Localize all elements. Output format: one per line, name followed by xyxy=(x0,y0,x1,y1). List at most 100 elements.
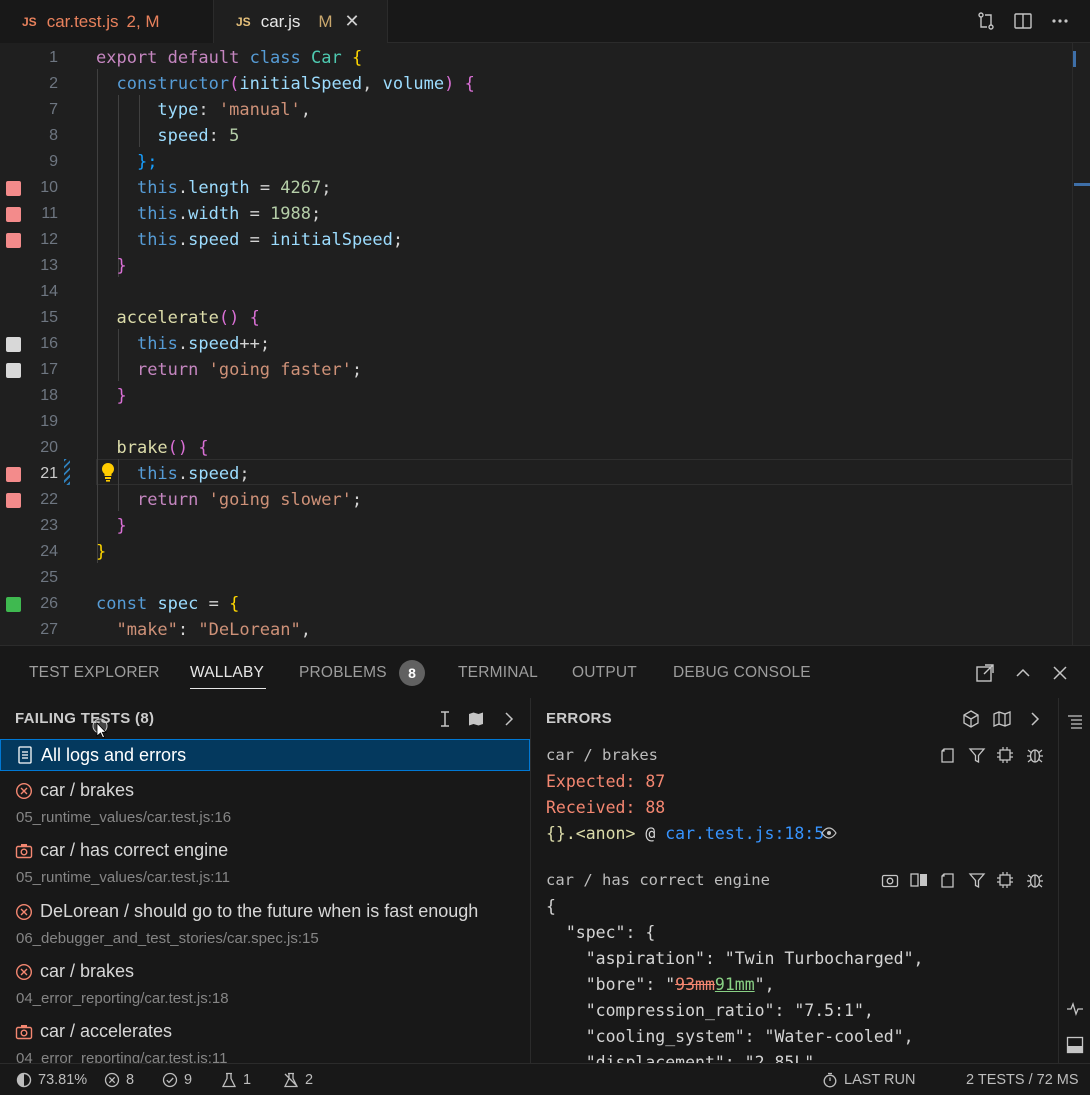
code-line: 12 this.speed = initialSpeed; xyxy=(0,227,1072,253)
coverage-marker xyxy=(6,597,21,612)
code-token: ; xyxy=(351,360,363,380)
skipped-count-status[interactable]: 2 xyxy=(283,1072,313,1088)
debug-icon[interactable] xyxy=(1024,744,1046,766)
coverage-marker xyxy=(6,363,21,378)
panel-side-toolbar xyxy=(1058,698,1090,1064)
failing-test-item[interactable]: car / brakes 05_runtime_values/car.test.… xyxy=(0,780,530,840)
code-token: () xyxy=(218,308,240,328)
list-icon[interactable] xyxy=(1064,710,1086,732)
editor-tab-bar: JS car.test.js 2, M JS car.js M ✕ xyxy=(0,0,1090,43)
lightbulb-icon[interactable] xyxy=(99,461,117,483)
code-token: speed xyxy=(188,464,240,484)
code-token: class xyxy=(249,48,301,68)
tab-problems[interactable]: PROBLEMS xyxy=(299,664,387,682)
code-line: 24 } xyxy=(0,539,1072,565)
code-token: . xyxy=(177,178,189,198)
todo-count-status[interactable]: 1 xyxy=(221,1072,251,1088)
stack-location-link[interactable]: car.test.js:18:5 xyxy=(665,824,824,843)
code-token: { xyxy=(464,74,475,94)
diff-icon[interactable] xyxy=(908,869,930,891)
more-actions-icon[interactable] xyxy=(1049,10,1071,32)
section-title: ERRORS xyxy=(546,710,612,727)
code-line: 16 this.speed++; xyxy=(0,331,1072,357)
tab-debug-console[interactable]: DEBUG CONSOLE xyxy=(673,664,811,682)
code-token: this xyxy=(136,334,178,354)
all-logs-and-errors-item[interactable]: All logs and errors xyxy=(0,739,530,771)
code-token: = xyxy=(249,178,281,198)
code-token: 1988 xyxy=(270,204,312,224)
coverage-status[interactable]: 73.81% xyxy=(16,1072,87,1088)
filter-icon[interactable] xyxy=(966,744,988,766)
code-token: ++; xyxy=(239,334,271,354)
code-line: 18 } xyxy=(0,383,1072,409)
tab-wallaby[interactable]: WALLABY xyxy=(190,664,264,682)
failing-count-status[interactable]: 8 xyxy=(104,1072,134,1088)
tab-test-explorer[interactable]: TEST EXPLORER xyxy=(29,664,160,682)
tab-terminal[interactable]: TERMINAL xyxy=(458,664,538,682)
log-file-icon xyxy=(18,746,32,764)
active-tab-indicator xyxy=(190,688,266,689)
stopwatch-icon xyxy=(823,1072,837,1088)
copy-icon[interactable] xyxy=(937,869,959,891)
code-line: 11 this.width = 1988; xyxy=(0,201,1072,227)
map-icon[interactable] xyxy=(465,708,487,730)
copy-icon[interactable] xyxy=(937,744,959,766)
tab-car-test-js[interactable]: JS car.test.js 2, M xyxy=(0,0,214,43)
tab-car-js[interactable]: JS car.js M ✕ xyxy=(214,0,388,43)
code-token: , xyxy=(362,74,383,94)
close-panel-icon[interactable] xyxy=(1048,661,1072,685)
split-editor-icon[interactable] xyxy=(1012,10,1034,32)
compare-changes-icon[interactable] xyxy=(975,10,997,32)
failing-test-item[interactable]: DeLorean / should go to the future when … xyxy=(0,901,530,961)
diff-line: { xyxy=(546,897,556,916)
filter-icon[interactable] xyxy=(966,869,988,891)
chevron-right-icon[interactable] xyxy=(1024,708,1046,730)
last-run-label: LAST RUN xyxy=(844,1072,916,1088)
code-editor[interactable]: 1 export default class Car { 2 construct… xyxy=(0,43,1090,645)
line-number: 20 xyxy=(40,439,58,456)
debug-icon[interactable] xyxy=(1024,869,1046,891)
problems-count-badge: 8 xyxy=(399,660,425,686)
tab-output[interactable]: OUTPUT xyxy=(572,664,637,682)
package-icon[interactable] xyxy=(960,708,982,730)
diff-line: "aspiration": "Twin Turbocharged", xyxy=(546,949,924,968)
open-in-editor-icon[interactable] xyxy=(973,661,997,685)
camera-icon[interactable] xyxy=(879,869,901,891)
code-token: : xyxy=(177,620,199,640)
last-run-status[interactable]: LAST RUN xyxy=(822,1072,915,1088)
code-token: initialSpeed xyxy=(239,74,363,94)
text-cursor-icon[interactable] xyxy=(434,708,456,730)
pulse-icon[interactable] xyxy=(1064,998,1086,1020)
code-token: } xyxy=(116,386,127,406)
javascript-file-icon: JS xyxy=(22,14,37,29)
tab-status: M xyxy=(318,11,333,31)
chip-icon[interactable] xyxy=(994,869,1016,891)
coverage-icon xyxy=(16,1072,32,1088)
failing-test-item[interactable]: car / has correct engine 05_runtime_valu… xyxy=(0,840,530,900)
failing-test-item[interactable]: car / accelerates 04_error_reporting/car… xyxy=(0,1021,530,1064)
failing-test-item[interactable]: car / brakes 04_error_reporting/car.test… xyxy=(0,961,530,1021)
line-number: 7 xyxy=(49,101,58,118)
close-icon[interactable]: ✕ xyxy=(345,11,360,32)
code-token: . xyxy=(177,464,189,484)
test-name: DeLorean / should go to the future when … xyxy=(40,901,479,921)
code-line: 22 return 'going slower'; xyxy=(0,487,1072,513)
code-token: constructor xyxy=(116,74,230,94)
maximize-panel-icon[interactable] xyxy=(1011,661,1035,685)
map-icon[interactable] xyxy=(991,708,1013,730)
panel-layout-icon[interactable] xyxy=(1064,1034,1086,1056)
eye-icon[interactable] xyxy=(820,824,838,842)
code-line: 2 constructor(initialSpeed, volume) { xyxy=(0,71,1072,97)
chevron-right-icon[interactable] xyxy=(498,708,520,730)
line-number: 13 xyxy=(40,257,58,274)
chip-icon[interactable] xyxy=(994,744,1016,766)
line-number: 2 xyxy=(49,75,58,92)
code-token: : xyxy=(198,100,219,120)
code-line: 20 brake() { xyxy=(0,435,1072,461)
passing-count: 9 xyxy=(184,1072,193,1088)
code-token: { xyxy=(351,48,363,68)
code-token: 'going faster' xyxy=(208,360,352,380)
passing-count-status[interactable]: 9 xyxy=(162,1072,192,1088)
code-token: = xyxy=(198,594,230,614)
editor-scrollbar[interactable] xyxy=(1072,43,1090,645)
